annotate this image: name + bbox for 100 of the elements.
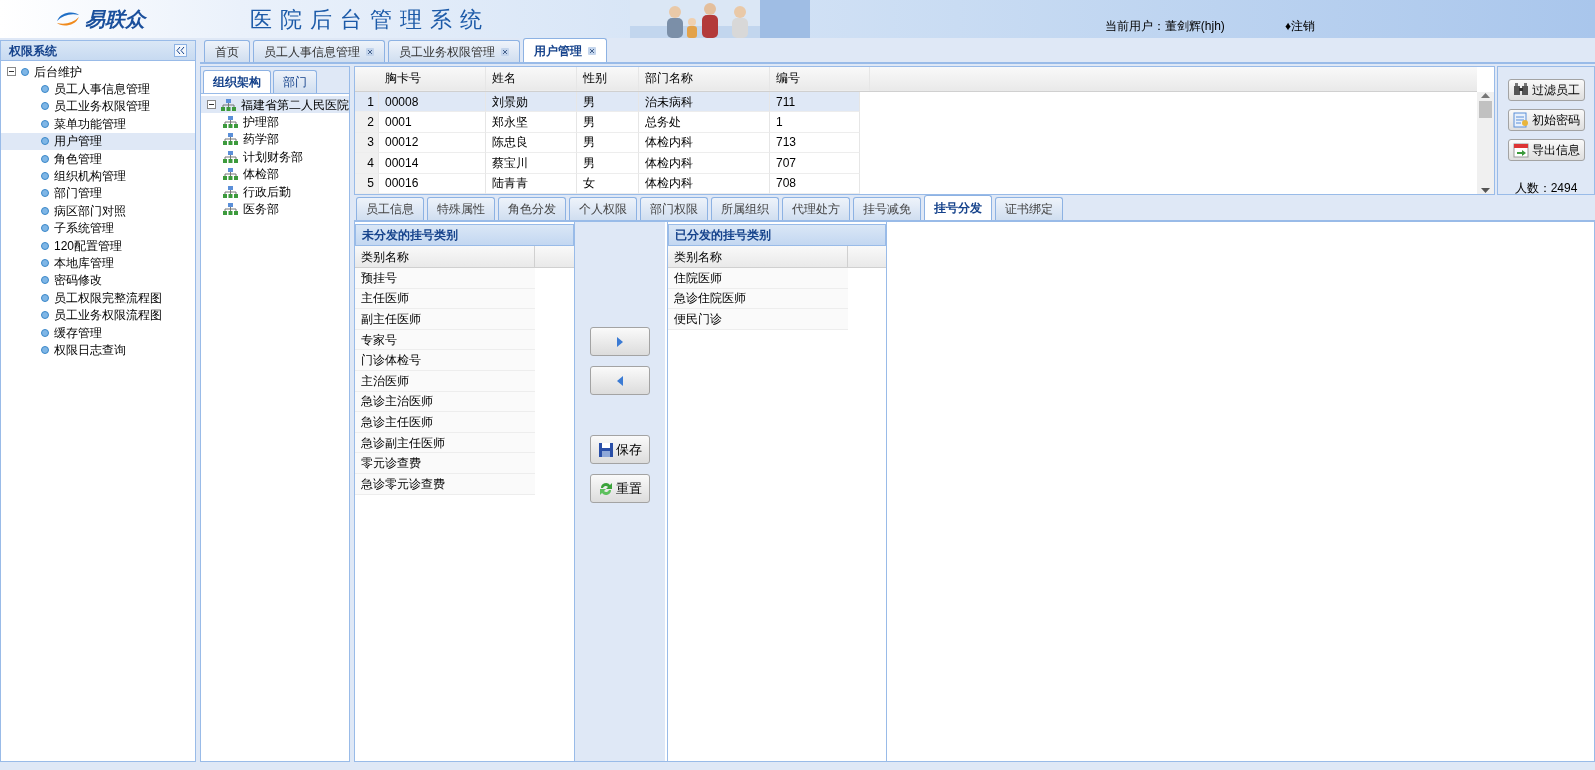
- row-number: 3: [355, 132, 379, 154]
- collapse-icon[interactable]: [174, 44, 187, 57]
- list-item[interactable]: 主治医师: [355, 370, 535, 392]
- tree-item[interactable]: 子系统管理: [1, 219, 195, 237]
- column-header[interactable]: 编号: [770, 67, 870, 91]
- list-item[interactable]: 急诊住院医师: [668, 288, 848, 310]
- row-number: 4: [355, 153, 379, 174]
- toolbar-button[interactable]: 过滤员工: [1507, 79, 1585, 101]
- scroll-down-icon[interactable]: [1481, 188, 1490, 194]
- tab[interactable]: 首页: [204, 40, 250, 62]
- tree-item[interactable]: 员工业务权限管理: [1, 97, 195, 116]
- list-item[interactable]: 急诊主治医师: [355, 391, 535, 413]
- list-item[interactable]: 门诊体检号: [355, 350, 535, 371]
- bullet-icon: [41, 328, 49, 337]
- table-cell: 陆青青: [486, 173, 577, 194]
- table-cell: 男: [577, 153, 639, 174]
- tree-item[interactable]: 福建省第二人民医院: [201, 96, 349, 114]
- table-cell: 711: [770, 91, 860, 113]
- table-cell: 陈忠良: [486, 132, 577, 154]
- column-header[interactable]: 部门名称: [639, 67, 770, 91]
- tab[interactable]: 用户管理: [523, 38, 607, 62]
- bullet-icon: [41, 293, 49, 302]
- column-header[interactable]: 胸卡号: [379, 67, 486, 91]
- tab[interactable]: 员工业务权限管理: [388, 40, 520, 62]
- tree-item[interactable]: 部门管理: [1, 184, 195, 203]
- move-left-button[interactable]: [590, 366, 650, 395]
- hierarchy-icon: [223, 168, 238, 181]
- current-user: 当前用户：董剑辉(hjh): [1104, 18, 1225, 35]
- tree-item[interactable]: 权限日志查询: [1, 341, 195, 359]
- tree-item[interactable]: 医务部: [201, 200, 349, 218]
- list-item[interactable]: 零元诊查费: [355, 453, 535, 474]
- tree-item[interactable]: 病区部门对照: [1, 202, 195, 220]
- tab[interactable]: 员工人事信息管理: [253, 40, 385, 62]
- tab[interactable]: 证书绑定: [995, 197, 1063, 220]
- tab[interactable]: 特殊属性: [427, 197, 495, 220]
- move-right-button[interactable]: [590, 327, 650, 356]
- tree-item[interactable]: 120配置管理: [1, 236, 195, 255]
- bullet-icon: [41, 85, 49, 94]
- tree-item[interactable]: 员工人事信息管理: [1, 80, 195, 98]
- tab[interactable]: 部门: [273, 70, 317, 93]
- tab[interactable]: 组织架构: [203, 70, 271, 93]
- binoculars-icon: [1512, 82, 1529, 98]
- tab[interactable]: 个人权限: [569, 197, 637, 220]
- toolbar-button[interactable]: 初始密码: [1507, 109, 1585, 131]
- column-header[interactable]: 姓名: [486, 67, 577, 91]
- panel-title: 已分发的挂号类别: [668, 224, 886, 246]
- scrollbar[interactable]: [1477, 92, 1494, 194]
- tree-item[interactable]: 本地库管理: [1, 254, 195, 272]
- column-header[interactable]: 性别: [577, 67, 639, 91]
- tree-item[interactable]: 密码修改: [1, 271, 195, 290]
- arrow-right-icon: [616, 335, 624, 348]
- table-cell: 刘景勋: [486, 91, 577, 113]
- table-cell: 体检内科: [639, 132, 770, 154]
- bullet-icon: [41, 311, 49, 320]
- tree-item[interactable]: 组织机构管理: [1, 167, 195, 185]
- save-button[interactable]: 保存: [590, 435, 650, 464]
- tree-item[interactable]: 菜单功能管理: [1, 115, 195, 133]
- tree-item[interactable]: 缓存管理: [1, 323, 195, 342]
- tab[interactable]: 角色分发: [498, 197, 566, 220]
- tab[interactable]: 员工信息: [356, 197, 424, 220]
- hierarchy-icon: [223, 116, 238, 129]
- tree-item[interactable]: 护理部: [201, 113, 349, 131]
- tree-item[interactable]: 药学部: [201, 130, 349, 149]
- table-cell: 1: [770, 112, 860, 133]
- tab[interactable]: 所属组织: [711, 197, 779, 220]
- list-item[interactable]: 住院医师: [668, 268, 848, 289]
- tree-item[interactable]: 员工业务权限流程图: [1, 306, 195, 324]
- list-item[interactable]: 急诊主任医师: [355, 412, 535, 433]
- tab[interactable]: 挂号减免: [853, 197, 921, 220]
- tab[interactable]: 代理处方: [782, 197, 850, 220]
- close-icon: [366, 47, 374, 56]
- arrow-left-icon: [616, 374, 624, 387]
- panel-title: 未分发的挂号类别: [355, 224, 574, 246]
- tree-item[interactable]: 用户管理: [1, 132, 195, 150]
- table-cell: 体检内科: [639, 173, 770, 194]
- reset-button[interactable]: 重置: [590, 474, 650, 503]
- list-item[interactable]: 专家号: [355, 329, 535, 351]
- bullet-icon: [21, 67, 29, 76]
- tab[interactable]: 部门权限: [640, 197, 708, 220]
- hierarchy-icon: [223, 203, 238, 216]
- list-item[interactable]: 主任医师: [355, 288, 535, 310]
- list-item[interactable]: 副主任医师: [355, 309, 535, 330]
- tree-item[interactable]: 行政后勤: [201, 182, 349, 201]
- list-item[interactable]: 急诊副主任医师: [355, 432, 535, 454]
- bullet-icon: [41, 172, 49, 181]
- tree-item[interactable]: 后台维护: [1, 63, 195, 81]
- tree-item[interactable]: 角色管理: [1, 149, 195, 168]
- tab[interactable]: 挂号分发: [924, 195, 992, 220]
- scrollbar-thumb[interactable]: [1479, 101, 1492, 118]
- table-cell: 00016: [379, 173, 486, 194]
- tree-item[interactable]: 员工权限完整流程图: [1, 289, 195, 307]
- list-item[interactable]: 急诊零元诊查费: [355, 473, 535, 495]
- list-item[interactable]: 便民门诊: [668, 309, 848, 330]
- tree-item[interactable]: 计划财务部: [201, 148, 349, 166]
- scroll-up-icon[interactable]: [1481, 92, 1490, 98]
- list-item[interactable]: 预挂号: [355, 268, 535, 289]
- tree-item[interactable]: 体检部: [201, 165, 349, 183]
- logout-link[interactable]: ♦注销: [1284, 17, 1315, 35]
- bullet-icon: [41, 259, 49, 267]
- toolbar-button[interactable]: 导出信息: [1507, 139, 1585, 161]
